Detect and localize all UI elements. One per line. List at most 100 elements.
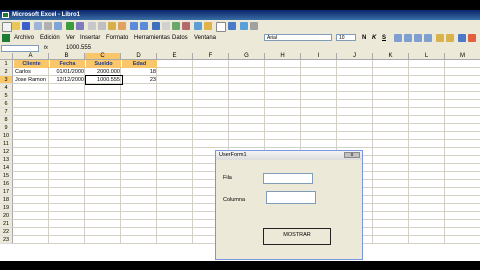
row-header[interactable]: 2	[0, 68, 13, 76]
menu-edicion[interactable]: Edición	[40, 35, 60, 41]
row-header[interactable]: 7	[0, 108, 13, 116]
menu-ver[interactable]: Ver	[66, 35, 75, 41]
cell-b3[interactable]: 12/12/2000	[50, 76, 84, 84]
column-header[interactable]: I	[301, 53, 337, 60]
row-header[interactable]: 12	[0, 148, 13, 156]
dialog-title-bar[interactable]: UserForm1	[216, 151, 362, 160]
row-header[interactable]: 22	[0, 228, 13, 236]
print-icon[interactable]	[44, 22, 52, 30]
column-header[interactable]: M	[445, 53, 480, 60]
hyperlink-icon[interactable]	[152, 22, 160, 30]
borders-icon[interactable]	[458, 34, 466, 42]
print-preview-icon[interactable]	[54, 22, 62, 30]
design-mode-icon[interactable]	[240, 22, 248, 30]
cell-d2[interactable]: 18	[122, 68, 156, 76]
align-left-icon[interactable]	[394, 34, 402, 42]
column-header[interactable]: D	[121, 53, 157, 60]
help-icon[interactable]	[228, 22, 236, 30]
copy-icon[interactable]	[98, 22, 106, 30]
row-header[interactable]: 10	[0, 132, 13, 140]
font-name-box[interactable]: Arial	[264, 34, 332, 41]
italic-button[interactable]: K	[372, 35, 376, 41]
new-icon[interactable]	[2, 22, 12, 32]
header-cliente[interactable]: Cliente	[14, 60, 49, 68]
permission-icon[interactable]	[34, 22, 42, 30]
column-header[interactable]: C	[85, 53, 121, 60]
row-header[interactable]: 4	[0, 84, 13, 92]
row-header[interactable]: 8	[0, 116, 13, 124]
select-all-corner[interactable]	[0, 53, 13, 60]
column-header[interactable]: L	[409, 53, 445, 60]
name-box[interactable]	[1, 45, 39, 52]
spelling-icon[interactable]	[66, 22, 74, 30]
font-size-box[interactable]: 10	[336, 34, 356, 41]
currency-icon[interactable]	[436, 34, 444, 42]
mostrar-button[interactable]: MOSTRAR	[263, 228, 331, 245]
menu-archivo[interactable]: Archivo	[14, 35, 34, 41]
row-header[interactable]: 17	[0, 188, 13, 196]
redo-icon[interactable]	[140, 22, 148, 30]
header-sueldo[interactable]: Sueldo	[86, 60, 121, 68]
row-header[interactable]: 6	[0, 100, 13, 108]
column-header[interactable]: H	[265, 53, 301, 60]
bold-button[interactable]: N	[362, 35, 366, 41]
cell-b2[interactable]: 01/01/2000	[50, 68, 84, 76]
row-header[interactable]: 11	[0, 140, 13, 148]
menu-ventana[interactable]: Ventana	[194, 35, 216, 41]
column-header[interactable]: F	[193, 53, 229, 60]
row-header[interactable]: 20	[0, 212, 13, 220]
column-header[interactable]: A	[13, 53, 49, 60]
menu-insertar[interactable]: Insertar	[80, 35, 100, 41]
row-header[interactable]: 13	[0, 156, 13, 164]
column-header[interactable]: J	[337, 53, 373, 60]
sort-ascending-icon[interactable]	[172, 22, 180, 30]
paste-icon[interactable]	[108, 22, 116, 30]
column-header[interactable]: E	[157, 53, 193, 60]
underline-button[interactable]: S	[382, 35, 386, 41]
menu-datos[interactable]: Datos	[172, 35, 188, 41]
align-right-icon[interactable]	[414, 34, 422, 42]
row-header[interactable]: 3	[0, 76, 13, 84]
save-icon[interactable]	[22, 22, 30, 30]
fila-input[interactable]	[263, 173, 313, 184]
autosum-icon[interactable]	[162, 22, 170, 30]
cell-a3[interactable]: Jose Ramon	[15, 76, 49, 84]
menu-formato[interactable]: Formato	[106, 35, 128, 41]
sort-descending-icon[interactable]	[182, 22, 190, 30]
columna-input[interactable]	[266, 191, 316, 204]
chart-wizard-icon[interactable]	[194, 22, 202, 30]
column-header[interactable]: G	[229, 53, 265, 60]
undo-icon[interactable]	[130, 22, 138, 30]
visual-basic-icon[interactable]	[250, 22, 258, 30]
row-header[interactable]: 18	[0, 196, 13, 204]
header-fecha[interactable]: Fecha	[50, 60, 85, 68]
cut-icon[interactable]	[88, 22, 96, 30]
close-button[interactable]: x	[344, 152, 360, 158]
row-header[interactable]: 23	[0, 236, 13, 244]
row-header[interactable]: 16	[0, 180, 13, 188]
open-icon[interactable]	[12, 22, 20, 30]
cell-a2[interactable]: Carlos	[15, 68, 49, 76]
merge-center-icon[interactable]	[424, 34, 432, 42]
column-header[interactable]: K	[373, 53, 409, 60]
drawing-icon[interactable]	[204, 22, 212, 30]
zoom-box-icon[interactable]	[216, 22, 226, 32]
font-color-icon[interactable]	[468, 34, 476, 42]
formula-input[interactable]: 1000.555	[66, 45, 91, 51]
row-header[interactable]: 19	[0, 204, 13, 212]
row-header[interactable]: 15	[0, 172, 13, 180]
column-header[interactable]: B	[49, 53, 85, 60]
row-header[interactable]: 1	[0, 60, 13, 68]
format-painter-icon[interactable]	[118, 22, 126, 30]
research-icon[interactable]	[76, 22, 84, 30]
cell-d3[interactable]: 23	[122, 76, 156, 84]
fx-label[interactable]: fx	[44, 45, 48, 51]
header-edad[interactable]: Edad	[122, 60, 157, 68]
row-header[interactable]: 5	[0, 92, 13, 100]
align-center-icon[interactable]	[404, 34, 412, 42]
row-header[interactable]: 21	[0, 220, 13, 228]
row-header[interactable]: 14	[0, 164, 13, 172]
percent-icon[interactable]	[446, 34, 454, 42]
menu-herramientas[interactable]: Herramientas	[134, 35, 170, 41]
row-header[interactable]: 9	[0, 124, 13, 132]
